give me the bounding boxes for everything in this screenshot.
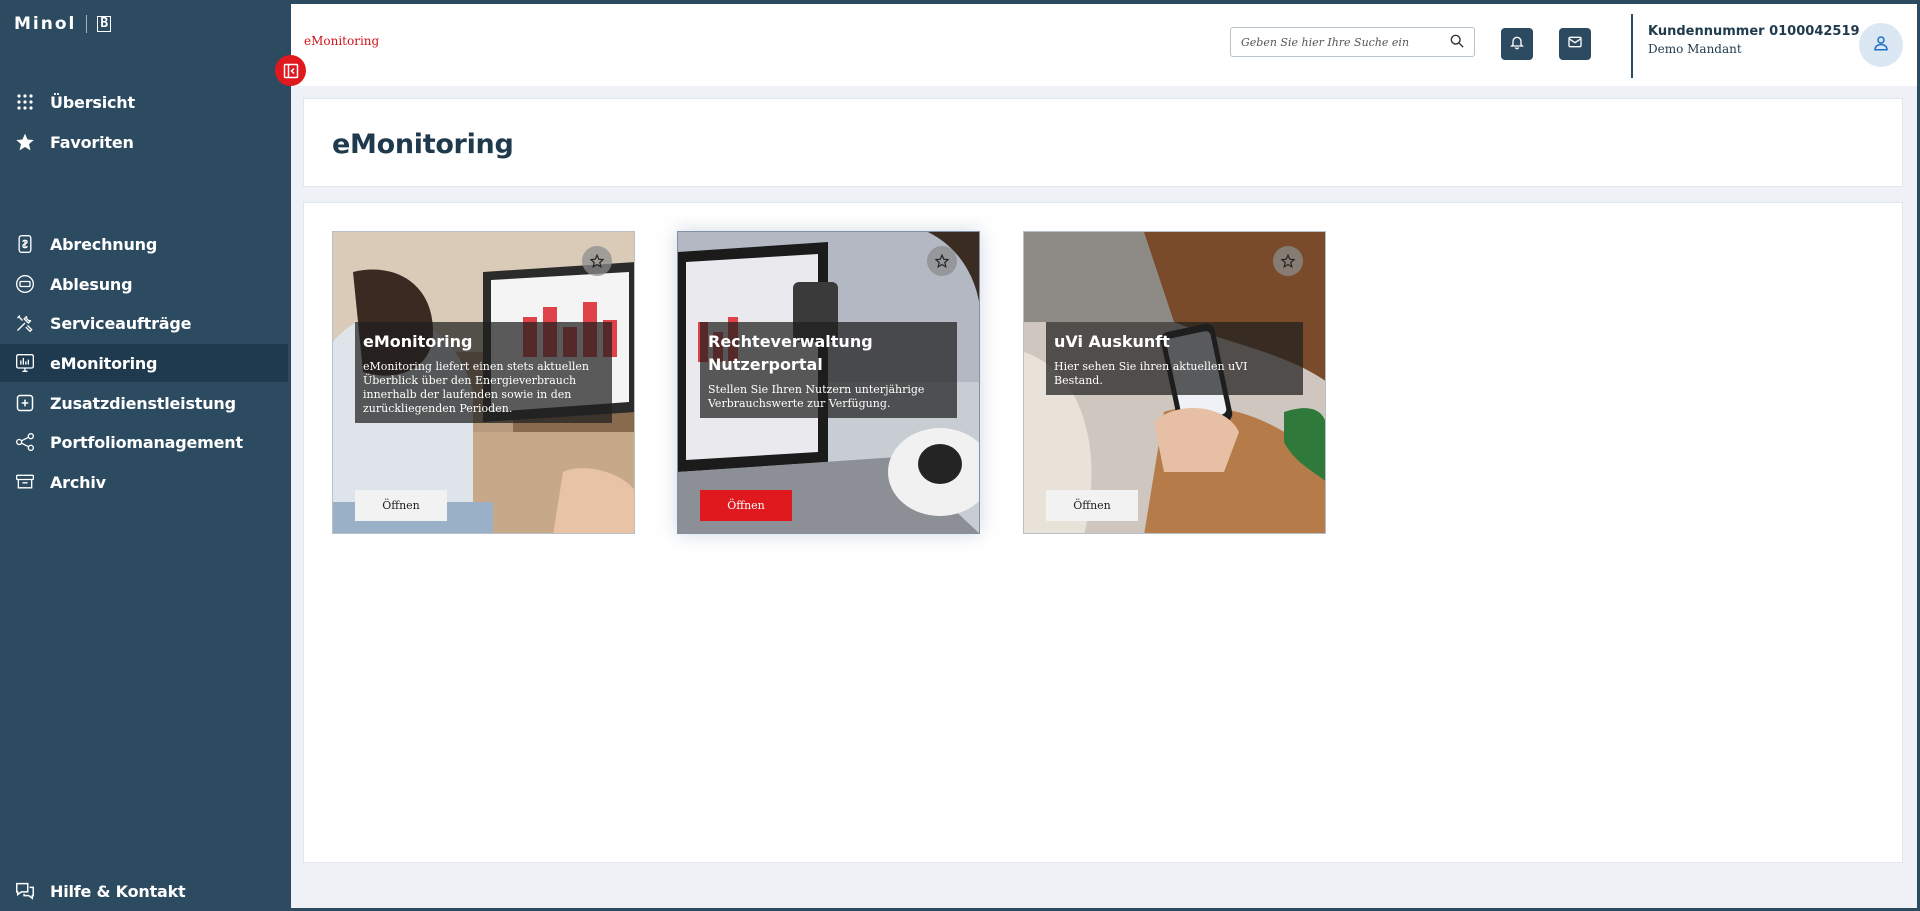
sidebar-item-label: Zusatzdienstleistung <box>50 393 236 413</box>
favorite-star-icon[interactable] <box>927 246 957 276</box>
tile-description: Stellen Sie Ihren Nutzern unterjährige V… <box>708 383 925 410</box>
sidebar-item-label: Übersicht <box>50 92 135 112</box>
sidebar-item-archiv[interactable]: Archiv <box>0 463 288 501</box>
tile-info-panel: eMonitoring eMonitoring liefert einen st… <box>355 322 612 423</box>
main-area: eMonitoring Kundennummer 0100042519 Demo… <box>291 4 1917 908</box>
tile-emonitoring[interactable]: eMonitoring eMonitoring liefert einen st… <box>332 231 635 534</box>
top-bar: eMonitoring Kundennummer 0100042519 Demo… <box>291 4 1917 86</box>
sidebar-item-zusatzdienstleistung[interactable]: Zusatzdienstleistung <box>0 384 288 422</box>
sidebar-item-favoriten[interactable]: Favoriten <box>0 123 288 161</box>
user-avatar-button[interactable] <box>1859 23 1903 67</box>
meter-icon <box>13 272 37 296</box>
page-title: eMonitoring <box>332 129 514 160</box>
sidebar-item-label: Hilfe & Kontakt <box>50 881 186 901</box>
tiles-container: eMonitoring eMonitoring liefert einen st… <box>303 202 1903 863</box>
tile-description: Hier sehen Sie ihren aktuellen uVI Besta… <box>1054 360 1248 387</box>
logo-divider <box>86 15 88 33</box>
tile-uvi-auskunft[interactable]: uVi Auskunft Hier sehen Sie ihren aktuel… <box>1023 231 1326 534</box>
bell-icon <box>1509 34 1525 54</box>
sidebar-item-emonitoring[interactable]: eMonitoring <box>0 344 288 382</box>
sidebar-item-hilfe-kontakt[interactable]: Hilfe & Kontakt <box>0 872 288 910</box>
sidebar-item-uebersicht[interactable]: Übersicht <box>0 83 288 121</box>
sidebar-item-label: Serviceaufträge <box>50 313 192 333</box>
sidebar-item-label: Favoriten <box>50 132 134 152</box>
tile-rechteverwaltung-nutzerportal[interactable]: Rechteverwaltung Nutzerportal Stellen Si… <box>677 231 980 534</box>
tile-info-panel: Rechteverwaltung Nutzerportal Stellen Si… <box>700 322 957 418</box>
plus-box-icon <box>13 391 37 415</box>
tile-title: uVi Auskunft <box>1054 332 1170 351</box>
grid-icon <box>13 90 37 114</box>
share-icon <box>13 430 37 454</box>
tile-description: eMonitoring liefert einen stets aktuelle… <box>363 360 589 415</box>
open-button[interactable]: Öffnen <box>355 490 447 521</box>
mandant-name: Demo Mandant <box>1648 42 1742 56</box>
search-box[interactable] <box>1230 27 1475 57</box>
chart-icon <box>13 351 37 375</box>
header-divider <box>1631 14 1633 78</box>
tile-title: Rechteverwaltung Nutzerportal <box>708 332 873 374</box>
sidebar-collapse-button[interactable] <box>275 55 306 86</box>
open-button[interactable]: Öffnen <box>700 490 792 521</box>
sidebar-item-portfoliomanagement[interactable]: Portfoliomanagement <box>0 423 288 461</box>
page-header: eMonitoring <box>303 98 1903 187</box>
user-icon <box>1872 34 1890 56</box>
favorite-star-icon[interactable] <box>1273 246 1303 276</box>
bill-icon <box>13 232 37 256</box>
favorite-star-icon[interactable] <box>582 246 612 276</box>
search-icon[interactable] <box>1450 33 1464 52</box>
customer-number: Kundennummer 0100042519 <box>1648 24 1860 39</box>
sidebar-item-ablesung[interactable]: Ablesung <box>0 265 288 303</box>
mail-icon <box>1567 34 1583 54</box>
customer-info: Kundennummer 0100042519 Demo Mandant <box>1648 24 1860 56</box>
archive-icon <box>13 470 37 494</box>
brand-mark: B <box>97 16 112 32</box>
sidebar-item-abrechnung[interactable]: Abrechnung <box>0 225 288 263</box>
sidebar-item-label: Abrechnung <box>50 234 158 254</box>
notifications-button[interactable] <box>1501 28 1533 60</box>
sidebar-item-label: eMonitoring <box>50 353 158 373</box>
chat-icon <box>13 879 37 903</box>
breadcrumb[interactable]: eMonitoring <box>304 34 379 48</box>
brand-name: Minol <box>14 14 77 34</box>
open-button[interactable]: Öffnen <box>1046 490 1138 521</box>
search-input[interactable] <box>1241 35 1450 49</box>
minol-logo[interactable]: Minol B <box>14 13 112 35</box>
messages-button[interactable] <box>1559 28 1591 60</box>
tile-title: eMonitoring <box>363 332 473 351</box>
tile-info-panel: uVi Auskunft Hier sehen Sie ihren aktuel… <box>1046 322 1303 395</box>
sidebar-item-label: Archiv <box>50 472 106 492</box>
sidebar: Minol B Übersicht Favoriten Abrechnung A… <box>0 0 291 911</box>
sidebar-item-label: Portfoliomanagement <box>50 432 243 452</box>
sidebar-item-label: Ablesung <box>50 274 133 294</box>
tools-icon <box>13 311 37 335</box>
sidebar-item-serviceauftraege[interactable]: Serviceaufträge <box>0 304 288 342</box>
star-icon <box>13 130 37 154</box>
